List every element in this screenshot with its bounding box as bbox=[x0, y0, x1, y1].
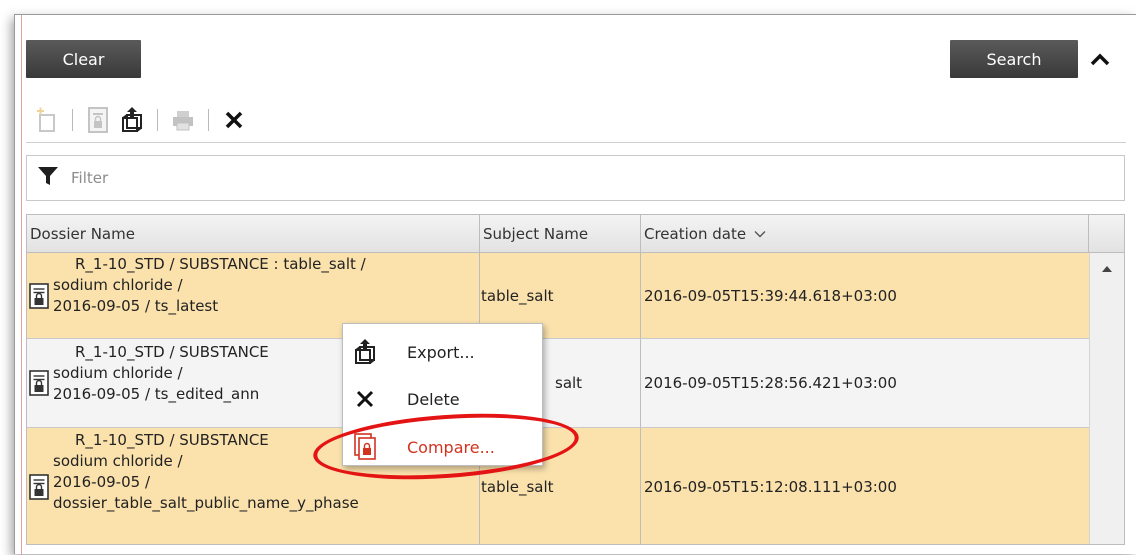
creation-date-cell: 2016-09-05T15:28:56.421+03:00 bbox=[644, 374, 897, 392]
column-header-creation-date[interactable]: Creation date bbox=[641, 215, 1089, 253]
dossier-toolbar bbox=[26, 97, 1126, 143]
dossier-name-line: 2016-09-05 / ts_latest bbox=[53, 297, 219, 315]
clear-button[interactable]: Clear bbox=[26, 40, 141, 78]
search-button[interactable]: Search bbox=[950, 40, 1078, 78]
column-header-label: Subject Name bbox=[483, 224, 589, 243]
compare-document-icon bbox=[343, 433, 387, 461]
dossier-name-line: 2016-09-05 / ts_edited_ann bbox=[53, 385, 260, 403]
sort-chevron-down-icon bbox=[754, 230, 766, 238]
collapse-chevron-up-icon[interactable] bbox=[1085, 44, 1115, 74]
delete-icon[interactable] bbox=[221, 106, 247, 134]
new-dossier-icon[interactable] bbox=[34, 106, 60, 134]
dossier-table: Dossier Name Subject Name Creation date … bbox=[26, 214, 1125, 545]
column-header-subject-name[interactable]: Subject Name bbox=[480, 215, 641, 253]
delete-icon bbox=[343, 389, 387, 409]
clear-button-label: Clear bbox=[62, 49, 105, 69]
search-button-label: Search bbox=[986, 49, 1042, 69]
locked-dossier-icon bbox=[29, 474, 49, 500]
column-header-label: Creation date bbox=[644, 224, 747, 243]
dossier-name-line: dossier_table_salt_public_name_y_phase bbox=[53, 494, 359, 512]
toolbar-separator bbox=[157, 108, 158, 131]
table-row[interactable]: R_1-10_STD / SUBSTANCE sodium chloride /… bbox=[27, 339, 1089, 428]
filter-field[interactable] bbox=[26, 155, 1125, 201]
menu-item-label: Export... bbox=[407, 342, 475, 362]
context-menu: Export... Delete Compare... bbox=[342, 323, 543, 466]
menu-item-export[interactable]: Export... bbox=[343, 332, 543, 372]
column-header-dossier-name[interactable]: Dossier Name bbox=[27, 215, 480, 253]
filter-input[interactable] bbox=[69, 168, 969, 188]
export-icon[interactable] bbox=[119, 106, 145, 134]
scroll-up-arrow-icon[interactable] bbox=[1094, 257, 1120, 281]
creation-date-cell: 2016-09-05T15:39:44.618+03:00 bbox=[644, 286, 897, 305]
column-header-filler bbox=[1089, 215, 1124, 253]
table-row[interactable]: R_1-10_STD / SUBSTANCE sodium chloride /… bbox=[27, 428, 1089, 544]
locked-dossier-icon bbox=[29, 370, 49, 396]
dossier-name-line: 2016-09-05 / bbox=[53, 473, 150, 491]
export-icon bbox=[343, 338, 387, 366]
dossier-name-line: R_1-10_STD / SUBSTANCE bbox=[75, 343, 269, 361]
column-header-label: Dossier Name bbox=[30, 224, 135, 243]
dossier-name-line: R_1-10_STD / SUBSTANCE bbox=[75, 431, 269, 449]
menu-item-label: Compare... bbox=[407, 437, 495, 457]
print-icon[interactable] bbox=[170, 106, 196, 134]
table-row[interactable]: R_1-10_STD / SUBSTANCE : table_salt / so… bbox=[27, 253, 1089, 339]
locked-document-icon[interactable] bbox=[85, 106, 111, 134]
menu-item-delete[interactable]: Delete bbox=[343, 379, 543, 419]
vertical-scrollbar[interactable] bbox=[1089, 253, 1124, 544]
dossier-name-line: sodium chloride / bbox=[53, 364, 183, 382]
menu-item-label: Delete bbox=[407, 389, 460, 409]
dossier-name-line: R_1-10_STD / SUBSTANCE : table_salt / bbox=[75, 255, 366, 273]
filter-funnel-icon bbox=[37, 165, 59, 191]
dossier-name-line: sodium chloride / bbox=[53, 452, 183, 470]
locked-dossier-icon bbox=[29, 282, 49, 309]
menu-item-compare[interactable]: Compare... bbox=[343, 427, 543, 467]
toolbar-separator bbox=[72, 108, 73, 131]
toolbar-separator bbox=[208, 108, 209, 131]
dossier-name-line: sodium chloride / bbox=[53, 276, 183, 294]
creation-date-cell: 2016-09-05T15:12:08.111+03:00 bbox=[644, 478, 897, 496]
